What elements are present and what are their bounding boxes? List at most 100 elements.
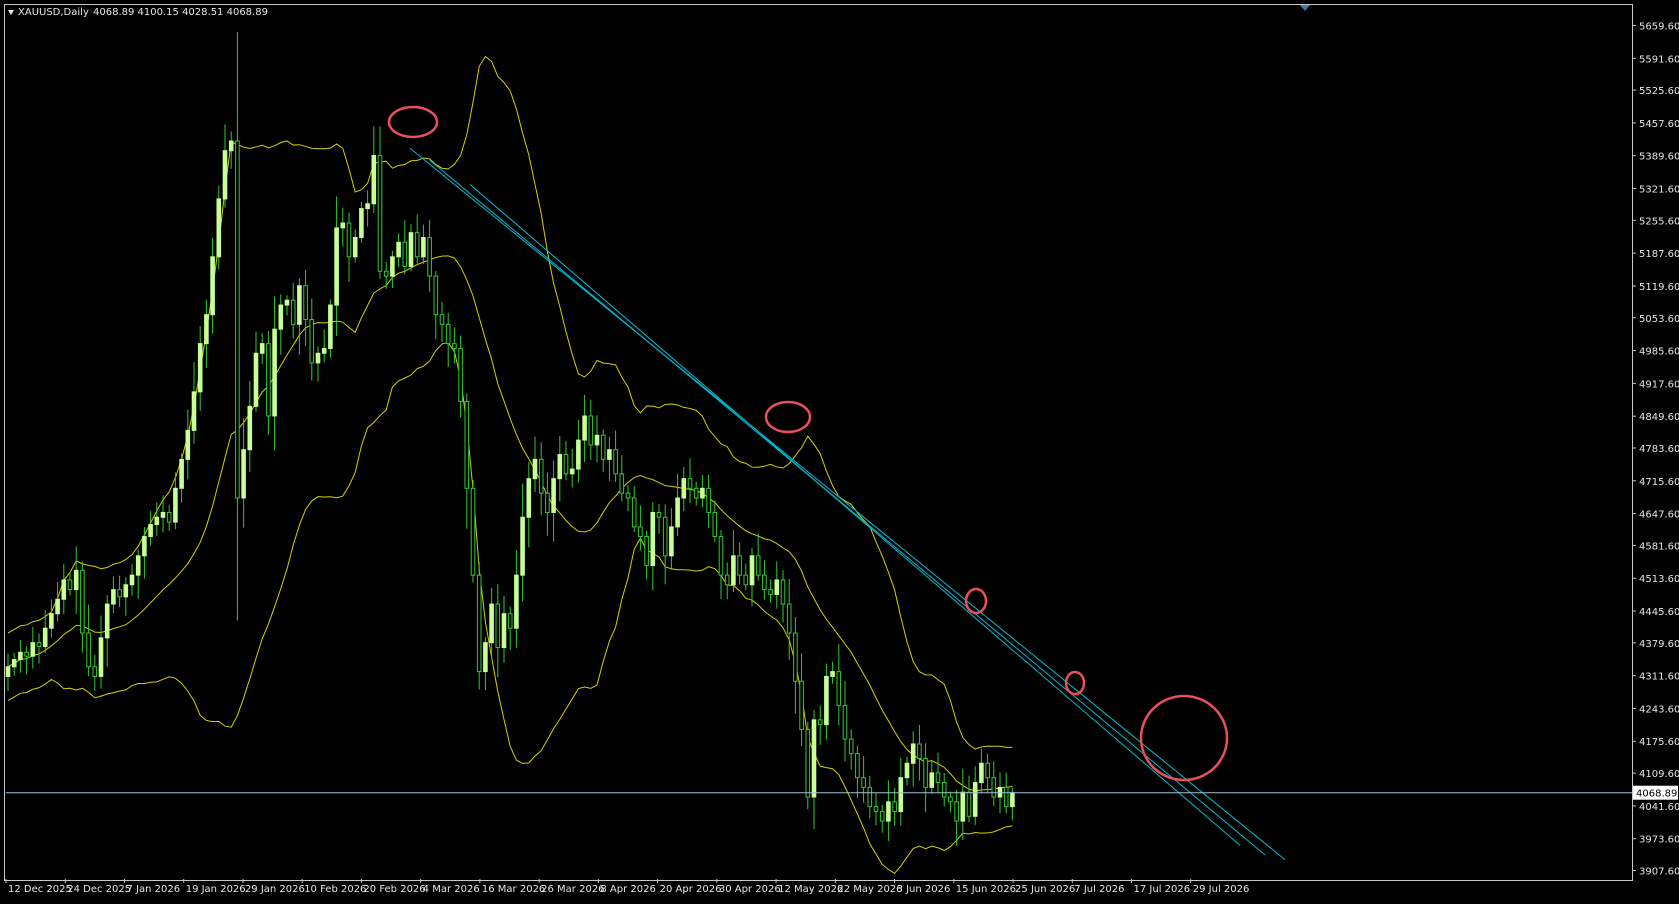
candle-body: [762, 574, 767, 591]
candle-body: [811, 719, 817, 798]
candle-body: [979, 762, 984, 784]
candle-body: [377, 155, 383, 272]
candle-body: [36, 642, 42, 648]
candle-body: [284, 299, 290, 306]
candle-body: [495, 603, 501, 648]
candle-body: [985, 762, 990, 779]
candle-body: [210, 256, 215, 316]
time-tick-label: 15 Jun 2026: [956, 884, 1016, 895]
candle-body: [743, 574, 749, 586]
candle-body: [817, 719, 823, 726]
price-tick-label: 5457.60: [1639, 119, 1679, 130]
price-chart[interactable]: XAUUSD,Daily 4068.89 4100.15 4028.51 406…: [0, 0, 1679, 900]
candle-body: [73, 569, 79, 591]
candle-body: [204, 314, 209, 345]
candle-body: [972, 782, 978, 817]
candle-body: [92, 666, 98, 677]
candle-body: [941, 782, 947, 798]
candle-body: [278, 304, 284, 330]
candle-body: [42, 627, 48, 648]
candle-body: [129, 574, 135, 586]
time-tick-label: 26 Mar 2026: [541, 884, 604, 895]
candle-body: [526, 478, 532, 518]
candle-body: [935, 772, 941, 784]
candle-body: [334, 227, 339, 306]
candle-body: [836, 671, 842, 706]
candle-body: [619, 473, 625, 494]
candle-body: [483, 642, 488, 673]
candle-body: [861, 777, 866, 788]
candle-body: [948, 796, 953, 803]
candle-body: [545, 492, 550, 513]
time-tick-label: 7 Jul 2026: [1074, 884, 1124, 895]
candle-body: [340, 222, 346, 229]
candle-body: [563, 454, 569, 475]
candle-body: [681, 478, 687, 499]
candle-body: [86, 632, 91, 668]
candle-body: [489, 603, 494, 644]
price-tick-label: 4175.60: [1639, 737, 1679, 748]
candle-body: [402, 241, 408, 267]
candle-body: [650, 511, 656, 566]
price-tick-label: 4379.60: [1639, 639, 1679, 650]
time-tick-label: 25 Jun 2026: [1015, 884, 1075, 895]
candle-body: [303, 285, 308, 321]
candle-body: [452, 343, 457, 349]
candle-body: [675, 497, 680, 528]
candle-body: [439, 314, 445, 325]
candle-body: [148, 523, 153, 538]
candle-body: [18, 651, 23, 661]
candle-body: [625, 492, 631, 499]
candle-body: [117, 589, 122, 598]
candle-body: [315, 352, 321, 364]
candle-body: [557, 454, 563, 480]
candle-body: [222, 150, 228, 200]
candle-body: [520, 516, 525, 576]
candle-body: [408, 232, 414, 267]
candle-body: [749, 555, 755, 586]
candle-body: [855, 753, 860, 779]
price-tick-label: 4581.60: [1639, 541, 1679, 552]
candle-body: [656, 511, 662, 518]
candle-body: [309, 319, 315, 364]
chart-window[interactable]: XAUUSD,Daily 4068.89 4100.15 4028.51 406…: [0, 0, 1679, 900]
candle-body: [241, 449, 246, 499]
candle-body: [359, 208, 364, 239]
price-tick-label: 4109.60: [1639, 769, 1679, 780]
price-tick-label: 4985.60: [1639, 347, 1679, 358]
price-tick-label: 4783.60: [1639, 444, 1679, 455]
candle-body: [873, 806, 879, 812]
candle-body: [98, 637, 104, 677]
candle-body: [929, 772, 935, 788]
bid-price-label: 4068.89: [1636, 789, 1677, 800]
candle-body: [259, 343, 265, 354]
candle-body: [824, 675, 829, 726]
candle-body: [321, 347, 327, 354]
candle-body: [538, 458, 544, 494]
candle-body: [49, 613, 54, 629]
candle-body: [569, 468, 575, 475]
candle-body: [414, 232, 420, 258]
price-tick-label: 5525.60: [1639, 86, 1679, 97]
candle-body: [247, 405, 253, 451]
candle-body: [197, 343, 203, 393]
candle-body: [842, 704, 848, 740]
candle-body: [216, 198, 222, 258]
time-tick-label: 17 Jul 2026: [1134, 884, 1191, 895]
time-tick-label: 7 Jan 2026: [126, 884, 180, 895]
candle-body: [712, 511, 718, 538]
candle-body: [693, 487, 699, 499]
candle-body: [718, 536, 724, 576]
candle-body: [290, 299, 296, 325]
candle-body: [470, 487, 476, 576]
price-tick-label: 5255.60: [1639, 216, 1679, 227]
candle-body: [154, 516, 160, 525]
candle-body: [755, 555, 761, 576]
candle-body: [576, 439, 581, 470]
candle-body: [799, 680, 804, 730]
candle-body: [551, 478, 556, 513]
candle-body: [476, 574, 482, 673]
price-tick-label: 5591.60: [1639, 54, 1679, 65]
candle-body: [383, 270, 389, 277]
candle-body: [867, 786, 873, 808]
